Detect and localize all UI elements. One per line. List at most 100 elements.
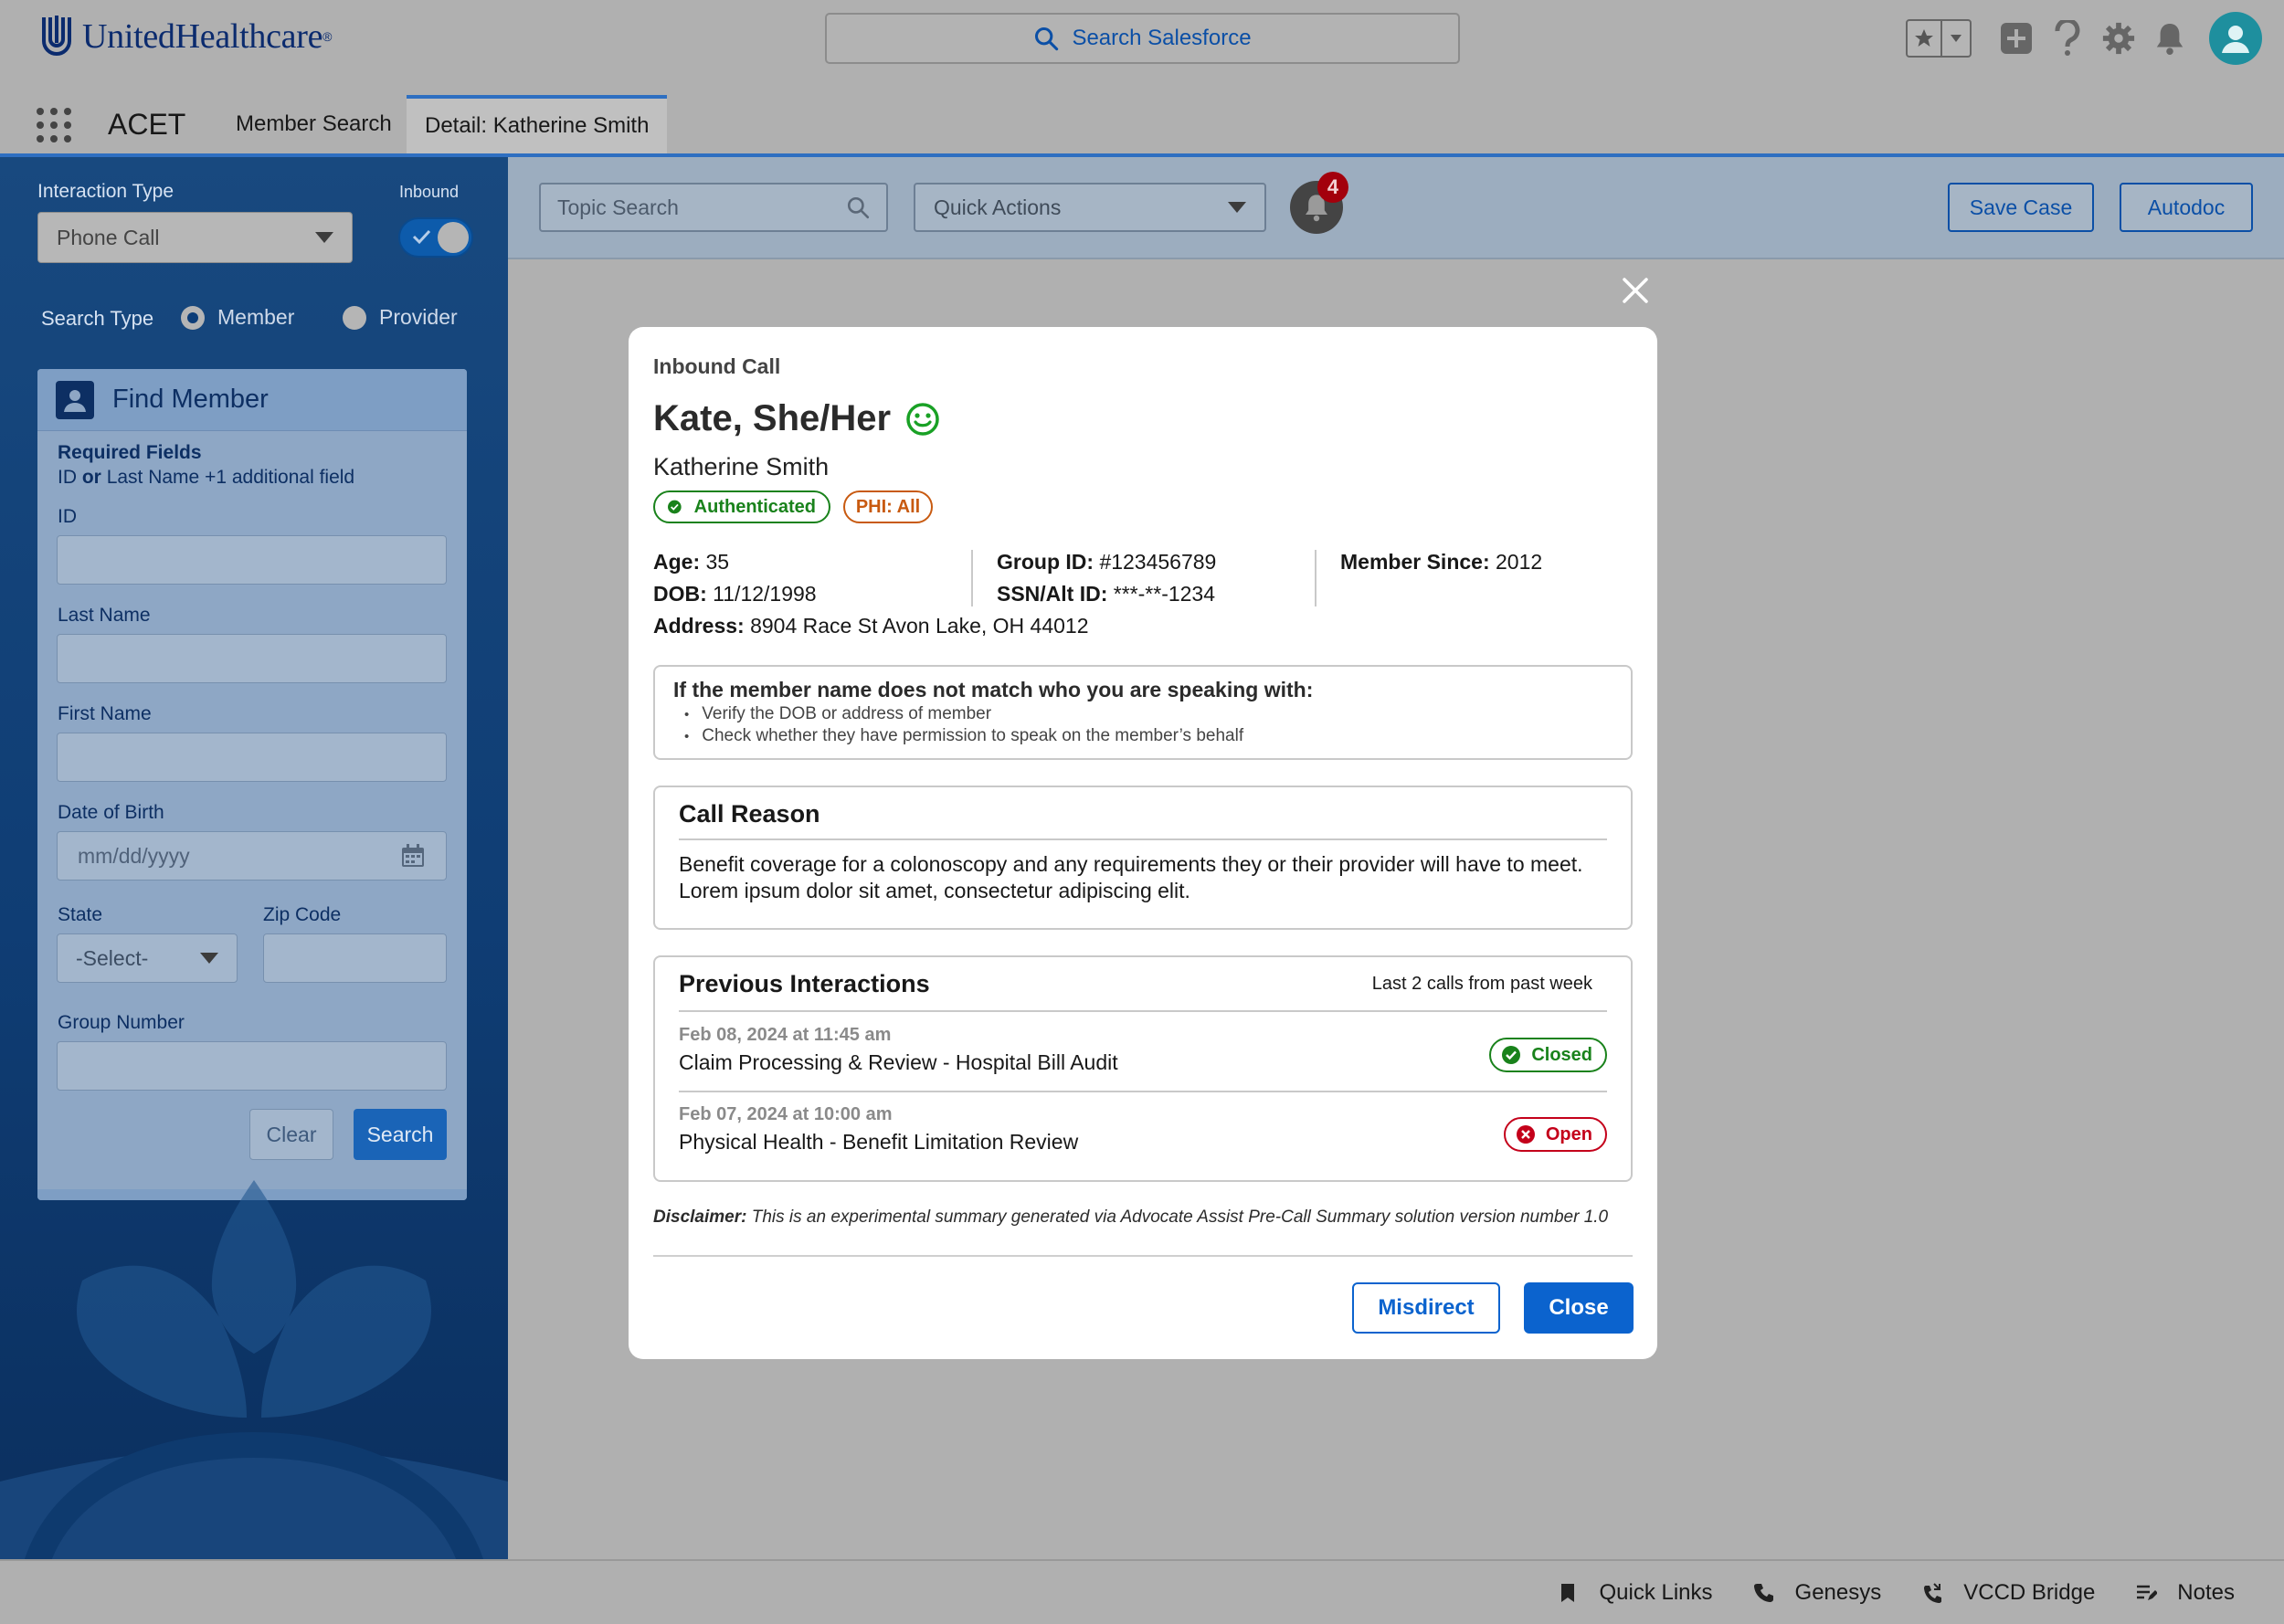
utility-notes[interactable]: Notes bbox=[2135, 1580, 2235, 1606]
search-type-member-radio[interactable]: Member bbox=[181, 305, 294, 330]
find-member-header: Find Member bbox=[37, 369, 467, 431]
member-since: Member Since: 2012 bbox=[1340, 550, 1543, 574]
clear-button[interactable]: Clear bbox=[249, 1109, 333, 1160]
interaction-row[interactable]: Feb 07, 2024 at 10:00 am Physical Health… bbox=[679, 1091, 1607, 1170]
global-search-label: Search Salesforce bbox=[1072, 26, 1252, 50]
save-case-button[interactable]: Save Case bbox=[1948, 183, 2094, 232]
radio-selected-icon bbox=[181, 305, 205, 330]
x-circle-icon bbox=[1516, 1125, 1535, 1144]
member-full-name: Katherine Smith bbox=[653, 453, 830, 480]
inbound-toggle[interactable] bbox=[398, 217, 473, 258]
interaction-description: Physical Health - Benefit Limitation Rev… bbox=[679, 1130, 1079, 1154]
autodoc-button[interactable]: Autodoc bbox=[2120, 183, 2253, 232]
app-name: ACET bbox=[108, 108, 186, 141]
zip-input[interactable] bbox=[263, 933, 447, 983]
id-input[interactable] bbox=[57, 535, 447, 585]
phone-forward-icon bbox=[1924, 1582, 1942, 1603]
brand-logo[interactable]: UnitedHealthcare ® bbox=[40, 13, 333, 60]
favorites-dropdown-icon[interactable] bbox=[1942, 35, 1970, 42]
header-utilities bbox=[1906, 11, 2262, 66]
disclaimer: Disclaimer: This is an experimental summ… bbox=[653, 1207, 1609, 1227]
app-launcher-icon[interactable] bbox=[37, 108, 71, 142]
smiley-sentiment-icon bbox=[906, 402, 939, 436]
required-fields-title: Required Fields bbox=[58, 442, 202, 463]
utility-quick-links[interactable]: Quick Links bbox=[1557, 1580, 1713, 1606]
authenticated-badge: Authenticated bbox=[653, 490, 830, 523]
search-type-provider-radio[interactable]: Provider bbox=[343, 305, 458, 330]
group-number-input[interactable] bbox=[57, 1041, 447, 1091]
search-icon bbox=[1035, 26, 1059, 51]
status-badge-closed: Closed bbox=[1489, 1038, 1607, 1072]
first-name-input[interactable] bbox=[57, 733, 447, 782]
interaction-description: Claim Processing & Review - Hospital Bil… bbox=[679, 1050, 1118, 1074]
utility-genesys[interactable]: Genesys bbox=[1753, 1580, 1881, 1606]
status-label: Closed bbox=[1531, 1044, 1592, 1065]
search-type-label: Search Type bbox=[41, 307, 154, 330]
check-icon bbox=[412, 229, 431, 245]
modal-close-icon[interactable] bbox=[1621, 276, 1650, 305]
radio-unselected-icon bbox=[343, 305, 366, 330]
global-header: UnitedHealthcare ® Search Salesforce bbox=[0, 0, 2284, 79]
last-name-input[interactable] bbox=[57, 634, 447, 683]
search-button[interactable]: Search bbox=[354, 1109, 447, 1160]
calendar-icon[interactable] bbox=[400, 843, 426, 869]
person-icon bbox=[56, 380, 94, 419]
tab-detail-katherine-smith[interactable]: Detail: Katherine Smith bbox=[407, 95, 668, 153]
member-group-id: Group ID: #123456789 bbox=[997, 550, 1217, 574]
phone-icon bbox=[1753, 1583, 1773, 1602]
first-name-label: First Name bbox=[58, 703, 152, 724]
state-select[interactable]: -Select- bbox=[57, 933, 238, 983]
utility-vccd-bridge[interactable]: VCCD Bridge bbox=[1921, 1580, 2095, 1606]
app-navigation-bar: ACET Member Search Detail: Katherine Smi… bbox=[0, 79, 2284, 157]
interaction-type-label: Interaction Type bbox=[37, 181, 174, 202]
search-icon bbox=[847, 196, 870, 219]
previous-interactions-title: Previous Interactions bbox=[679, 970, 930, 997]
workspace-action-bar: Topic Search Quick Actions 4 Save Case A… bbox=[508, 157, 2284, 259]
misdirect-button[interactable]: Misdirect bbox=[1352, 1282, 1500, 1334]
decorative-lotus-icon bbox=[0, 1180, 508, 1559]
notification-bell-icon[interactable] bbox=[2151, 19, 2189, 58]
user-icon bbox=[2222, 26, 2249, 53]
close-button[interactable]: Close bbox=[1524, 1282, 1634, 1334]
member-address: Address: 8904 Race St Avon Lake, OH 4401… bbox=[653, 614, 1089, 638]
bookmark-icon bbox=[1561, 1583, 1575, 1602]
star-icon bbox=[1908, 21, 1942, 56]
interaction-type-value: Phone Call bbox=[57, 225, 160, 249]
phi-badge: PHI: All bbox=[843, 490, 933, 523]
user-avatar[interactable] bbox=[2209, 12, 2262, 65]
tab-member-search[interactable]: Member Search bbox=[217, 95, 410, 153]
topic-search-input[interactable]: Topic Search bbox=[539, 183, 888, 232]
chevron-down-icon bbox=[1228, 202, 1246, 213]
topic-search-placeholder: Topic Search bbox=[557, 195, 679, 219]
member-age: Age: 35 bbox=[653, 550, 730, 574]
uhc-shield-icon bbox=[42, 16, 71, 56]
interaction-date: Feb 08, 2024 at 11:45 am bbox=[679, 1025, 892, 1045]
gear-icon[interactable] bbox=[2099, 19, 2138, 58]
inbound-call-modal: Inbound Call Kate, She/Her Katherine Smi… bbox=[629, 327, 1657, 1359]
authenticated-badge-label: Authenticated bbox=[693, 496, 816, 517]
add-icon[interactable] bbox=[1997, 19, 2036, 58]
brand-name: UnitedHealthcare bbox=[82, 17, 323, 56]
group-number-label: Group Number bbox=[58, 1012, 185, 1033]
check-circle-icon bbox=[668, 500, 682, 514]
member-preferred-name: Kate, She/Her bbox=[653, 398, 940, 439]
previous-interactions-note: Last 2 calls from past week bbox=[1371, 974, 1592, 994]
radio-provider-label: Provider bbox=[379, 305, 458, 329]
global-search-box[interactable]: Search Salesforce bbox=[825, 13, 1460, 64]
check-circle-icon bbox=[1502, 1046, 1521, 1064]
notification-count-badge: 4 bbox=[1317, 172, 1348, 203]
interaction-type-select[interactable]: Phone Call bbox=[37, 212, 353, 263]
chevron-down-icon bbox=[315, 232, 333, 243]
info-divider bbox=[971, 550, 973, 606]
quick-actions-select[interactable]: Quick Actions bbox=[914, 183, 1266, 232]
help-icon[interactable] bbox=[2048, 19, 2087, 58]
call-reason-title: Call Reason bbox=[679, 800, 820, 828]
interaction-row[interactable]: Feb 08, 2024 at 11:45 am Claim Processin… bbox=[679, 1012, 1607, 1091]
identity-notice: If the member name does not match who yo… bbox=[653, 665, 1633, 760]
section-divider bbox=[679, 838, 1607, 840]
status-label: Open bbox=[1545, 1123, 1592, 1144]
notifications-button[interactable]: 4 bbox=[1290, 172, 1348, 234]
favorites-button[interactable] bbox=[1906, 19, 1972, 58]
identity-notice-item: Verify the DOB or address of member bbox=[684, 704, 1613, 724]
dob-input[interactable]: mm/dd/yyyy bbox=[57, 831, 447, 881]
